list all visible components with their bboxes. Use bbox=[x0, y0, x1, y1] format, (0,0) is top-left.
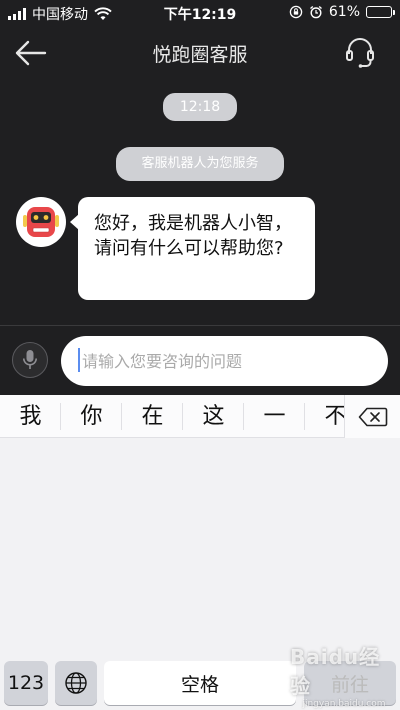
battery-percent: 61% bbox=[328, 4, 360, 20]
nav-bar: 悦跑圈客服 bbox=[0, 26, 400, 80]
candidate-bar: 我 你 在 这 一 不 bbox=[0, 395, 400, 438]
microphone-glyph bbox=[23, 350, 37, 369]
go-key[interactable]: 前往 bbox=[304, 661, 396, 705]
page-title: 悦跑圈客服 bbox=[152, 44, 248, 66]
status-right: 61% bbox=[289, 4, 395, 20]
text-caret bbox=[78, 348, 80, 372]
battery-icon bbox=[366, 6, 395, 18]
globe-glyph bbox=[65, 672, 87, 694]
candidate-word[interactable]: 我 bbox=[0, 395, 61, 438]
keyboard: 我 你 在 这 一 不 123 空格 前往 Baidu经验 jingyan.ba… bbox=[0, 395, 400, 710]
headset-icon[interactable] bbox=[344, 36, 376, 68]
candidate-word[interactable]: 你 bbox=[61, 395, 122, 438]
timestamp-pill: 12:18 bbox=[163, 93, 237, 121]
candidate-word[interactable]: 这 bbox=[183, 395, 244, 438]
orientation-lock-icon bbox=[289, 5, 303, 19]
numbers-key[interactable]: 123 bbox=[4, 661, 48, 705]
input-bar bbox=[0, 325, 400, 395]
backspace-icon[interactable] bbox=[344, 395, 400, 438]
globe-icon[interactable] bbox=[55, 661, 97, 705]
backspace-glyph bbox=[358, 407, 387, 426]
space-key[interactable]: 空格 bbox=[104, 661, 296, 705]
microphone-icon[interactable] bbox=[12, 342, 48, 378]
candidate-word[interactable]: 在 bbox=[122, 395, 183, 438]
robot-message-bubble: 您好，我是机器人小智，请问有什么可以帮助您? bbox=[70, 197, 315, 300]
message-input[interactable] bbox=[61, 336, 388, 386]
status-bar: 中国移动 下午12:19 61% bbox=[0, 0, 400, 26]
candidate-word[interactable]: 一 bbox=[244, 395, 305, 438]
keyboard-bottom-row: 123 空格 前往 bbox=[0, 661, 400, 710]
system-notice: 客服机器人为您服务 bbox=[116, 147, 284, 181]
robot-avatar-graphic bbox=[23, 207, 59, 237]
robot-avatar-icon[interactable] bbox=[16, 197, 66, 247]
alarm-icon bbox=[309, 5, 322, 19]
chat-area: 12:18 客服机器人为您服务 您好，我是机器人小智，请问有什么可以帮助您? bbox=[0, 80, 400, 325]
